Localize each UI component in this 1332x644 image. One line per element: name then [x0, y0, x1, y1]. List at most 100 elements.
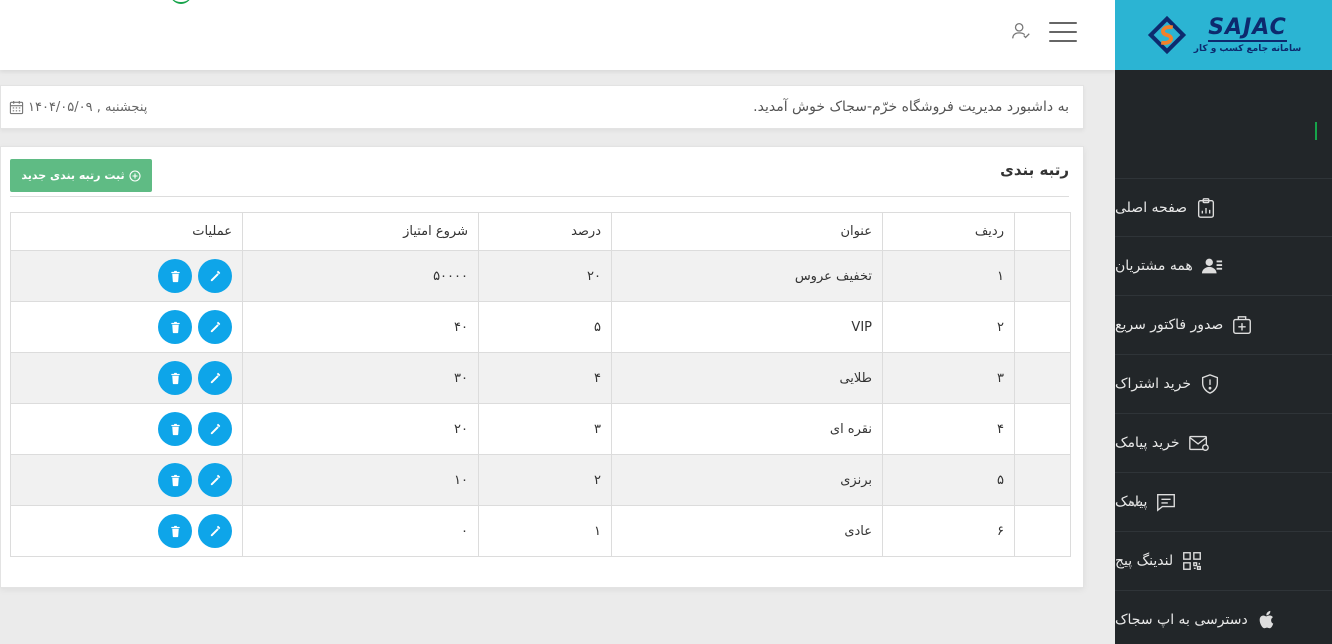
edit-button[interactable]	[198, 310, 232, 344]
delete-button[interactable]	[158, 514, 192, 548]
sidebar-item-quick-invoice[interactable]: صدور فاکتور سریع	[1115, 296, 1332, 355]
cell-title: طلایی	[611, 352, 883, 404]
row-select-cell	[1014, 301, 1071, 353]
date-display: پنجشنبه , ۱۴۰۴/۰۵/۰۹	[9, 100, 147, 115]
plus-circle-icon	[129, 169, 141, 182]
column-header-title[interactable]: عنوان	[611, 212, 883, 251]
mail-settings-icon	[1188, 432, 1210, 454]
sidebar: SAJAC سامانه جامع کسب و کار صفحه اصلی هم…	[1115, 0, 1332, 644]
table-row: ۱ تخفیف عروس ۲۰ ۵۰۰۰۰	[10, 250, 1071, 302]
pencil-icon	[210, 372, 220, 383]
cell-index: ۴	[882, 403, 1015, 455]
edit-button[interactable]	[198, 463, 232, 497]
cell-percent: ۳	[478, 403, 612, 455]
brand-logo[interactable]: SAJAC سامانه جامع کسب و کار	[1115, 0, 1332, 70]
user-check-icon[interactable]	[1010, 20, 1032, 42]
cell-index: ۱	[882, 250, 1015, 302]
row-select-cell	[1014, 403, 1071, 455]
users-list-icon	[1201, 255, 1223, 277]
row-actions	[21, 310, 232, 344]
cell-title: VIP	[611, 301, 883, 353]
cell-index: ۲	[882, 301, 1015, 353]
cell-actions	[10, 301, 243, 353]
column-header-actions: عملیات	[10, 212, 243, 251]
cell-start-score: ۰	[242, 505, 479, 557]
cell-percent: ۴	[478, 352, 612, 404]
sidebar-item-app-access[interactable]: دسترسی به اپ سجاک	[1115, 591, 1332, 644]
cell-title: تخفیف عروس	[611, 250, 883, 302]
invoice-add-icon	[1231, 314, 1253, 336]
hamburger-line	[1049, 22, 1077, 24]
row-select-cell	[1014, 505, 1071, 557]
dashboard-clipboard-icon	[1195, 197, 1217, 219]
column-header-blank	[1014, 212, 1071, 251]
sidebar-item-label: خرید اشتراک	[1115, 376, 1192, 392]
cell-title: نقره ای	[611, 403, 883, 455]
sidebar-item-subscription[interactable]: خرید اشتراک	[1115, 355, 1332, 414]
cell-actions	[10, 505, 243, 557]
column-header-start-score[interactable]: شروع امتیاز	[242, 212, 479, 251]
ranking-card: رتبه بندی ثبت رتبه بندی جدید ردیف عنوان …	[0, 146, 1084, 588]
chat-icon	[1155, 491, 1177, 513]
row-actions	[21, 259, 232, 293]
brand-subtitle: سامانه جامع کسب و کار	[1193, 44, 1302, 54]
trash-icon	[170, 372, 180, 384]
top-header	[0, 0, 1115, 70]
edit-button[interactable]	[198, 412, 232, 446]
table-row: ۳ طلایی ۴ ۳۰	[10, 352, 1071, 404]
divider	[10, 196, 1069, 197]
sidebar-item-label: صدور فاکتور سریع	[1115, 317, 1224, 333]
brand-name: SAJAC	[1208, 15, 1287, 42]
table-row: ۵ برنزی ۲ ۱۰	[10, 454, 1071, 506]
calendar-icon	[9, 100, 24, 114]
delete-button[interactable]	[158, 361, 192, 395]
cell-percent: ۲۰	[478, 250, 612, 302]
edit-button[interactable]	[198, 514, 232, 548]
sidebar-item-buy-sms[interactable]: خرید پیامک	[1115, 414, 1332, 473]
page-title: رتبه بندی	[1000, 161, 1069, 179]
hamburger-menu-button[interactable]	[1049, 22, 1077, 42]
trash-icon	[170, 474, 180, 486]
qr-code-icon	[1181, 550, 1203, 572]
active-marker	[1315, 122, 1317, 140]
pencil-icon	[210, 423, 220, 434]
apple-icon	[1256, 609, 1278, 631]
shield-alert-icon	[1199, 373, 1221, 395]
cell-start-score: ۲۰	[242, 403, 479, 455]
cell-percent: ۵	[478, 301, 612, 353]
delete-button[interactable]	[158, 412, 192, 446]
edit-button[interactable]	[198, 259, 232, 293]
row-actions	[21, 412, 232, 446]
chevron-down-icon[interactable]	[1127, 495, 1143, 511]
edit-button[interactable]	[198, 361, 232, 395]
sidebar-item-sms[interactable]: پیامک	[1115, 473, 1332, 532]
cell-index: ۵	[882, 454, 1015, 506]
trash-icon	[170, 423, 180, 435]
hamburger-line	[1049, 31, 1077, 33]
add-ranking-button[interactable]: ثبت رتبه بندی جدید	[10, 159, 152, 192]
column-header-index[interactable]: ردیف	[882, 212, 1015, 251]
sidebar-item-customers[interactable]: همه مشتریان	[1115, 237, 1332, 296]
cell-actions	[10, 454, 243, 506]
hamburger-line	[1049, 40, 1077, 42]
welcome-message: به داشبورد مدیریت فروشگاه خرّم-سجاک خوش …	[753, 99, 1069, 115]
sidebar-item-landing-page[interactable]: لندینگ پیج	[1115, 532, 1332, 591]
welcome-bar: پنجشنبه , ۱۴۰۴/۰۵/۰۹ به داشبورد مدیریت ف…	[0, 85, 1084, 129]
cell-start-score: ۳۰	[242, 352, 479, 404]
cell-index: ۶	[882, 505, 1015, 557]
current-date: پنجشنبه , ۱۴۰۴/۰۵/۰۹	[28, 99, 148, 115]
row-actions	[21, 463, 232, 497]
column-header-percent[interactable]: درصد	[478, 212, 612, 251]
cell-percent: ۲	[478, 454, 612, 506]
row-actions	[21, 514, 232, 548]
delete-button[interactable]	[158, 463, 192, 497]
cell-title: عادی	[611, 505, 883, 557]
cell-actions	[10, 352, 243, 404]
delete-button[interactable]	[158, 310, 192, 344]
delete-button[interactable]	[158, 259, 192, 293]
row-select-cell	[1014, 250, 1071, 302]
table-header-row: ردیف عنوان درصد شروع امتیاز عملیات	[10, 212, 1071, 251]
sidebar-item-home[interactable]: صفحه اصلی	[1115, 178, 1332, 237]
cell-index: ۳	[882, 352, 1015, 404]
row-select-cell	[1014, 454, 1071, 506]
